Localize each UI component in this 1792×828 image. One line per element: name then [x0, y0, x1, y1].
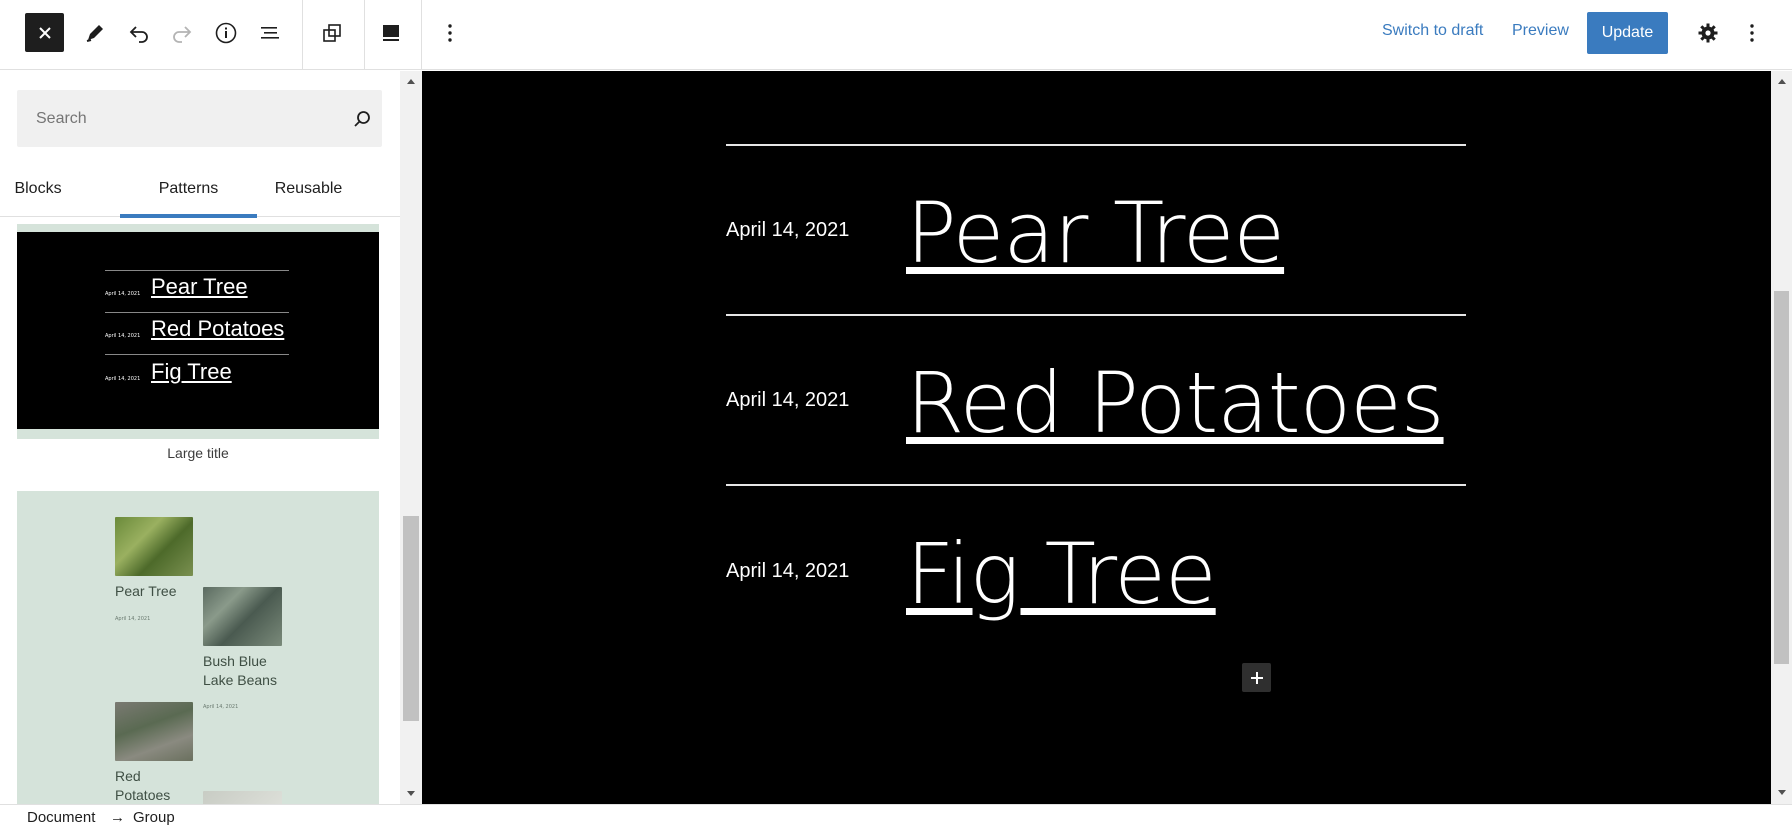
- tab-reusable[interactable]: Reusable: [260, 161, 357, 217]
- inserter-sidebar: Blocks Patterns Reusable April 14, 2021 …: [0, 71, 422, 804]
- scroll-up-icon[interactable]: [1778, 79, 1786, 84]
- scroll-down-icon[interactable]: [1778, 790, 1786, 795]
- post-title: Pear Tree: [151, 274, 248, 299]
- pattern-preview-canvas: April 14, 2021 Pear Tree April 14, 2021 …: [17, 232, 379, 429]
- undo-icon: [129, 26, 148, 43]
- search-icon[interactable]: [351, 108, 373, 130]
- separator: [726, 484, 1466, 486]
- options-menu-button[interactable]: [1732, 13, 1772, 53]
- post-date: April 14, 2021: [203, 704, 239, 710]
- update-button[interactable]: Update: [1587, 12, 1668, 54]
- canvas-scrollbar[interactable]: [1771, 71, 1792, 804]
- gear-icon: [1698, 23, 1718, 43]
- post-title: Bush Blue Lake Beans: [203, 653, 277, 688]
- add-block-button[interactable]: [1242, 663, 1271, 692]
- scrollbar-thumb[interactable]: [1774, 291, 1789, 664]
- block-options-button[interactable]: [430, 13, 470, 53]
- pattern-preview-large-title[interactable]: April 14, 2021 Pear Tree April 14, 2021 …: [17, 224, 379, 439]
- more-vertical-icon: [1750, 24, 1754, 42]
- undo-button[interactable]: [119, 13, 159, 53]
- toolbar-divider: [302, 0, 303, 70]
- post-title: Pear Tree: [115, 583, 177, 599]
- details-button[interactable]: [206, 13, 246, 53]
- scrollbar-thumb[interactable]: [403, 516, 419, 721]
- post-date: April 14, 2021: [115, 616, 151, 622]
- post-title: Red Potatoes: [151, 316, 285, 341]
- settings-button[interactable]: [1688, 13, 1728, 53]
- redo-button[interactable]: [162, 13, 202, 53]
- block-transform-button[interactable]: [312, 13, 352, 53]
- post-date: April 14, 2021: [726, 219, 850, 241]
- post-title: Fig Tree: [151, 359, 232, 384]
- post-date: April 14, 2021: [105, 291, 141, 297]
- post-date: April 14, 2021: [726, 389, 850, 411]
- search-box: [17, 90, 382, 147]
- edit-tool-button[interactable]: [75, 13, 115, 53]
- close-button[interactable]: [25, 13, 64, 52]
- red-potatoes-image: [115, 702, 193, 761]
- separator: [726, 314, 1466, 316]
- breadcrumb-document[interactable]: Document: [27, 809, 95, 826]
- edit-pencil-icon: [86, 25, 103, 42]
- post-image: [203, 791, 282, 804]
- scroll-down-icon[interactable]: [407, 791, 415, 796]
- post-date: April 14, 2021: [726, 560, 850, 582]
- pear-tree-image: [115, 517, 193, 576]
- post-title-link[interactable]: Pear Tree: [906, 183, 1285, 283]
- pattern-label: Large title: [167, 445, 229, 461]
- separator: [726, 144, 1466, 146]
- post-date: April 14, 2021: [105, 333, 141, 339]
- breadcrumb: Document → Group: [0, 804, 1792, 828]
- pattern-preview-grid[interactable]: Pear Tree April 14, 2021 Bush Blue Lake …: [17, 491, 379, 804]
- divider: [105, 312, 289, 313]
- preview-button[interactable]: Preview: [1512, 22, 1569, 40]
- post-title-link[interactable]: Fig Tree: [906, 524, 1217, 624]
- block-settings-icon: [323, 24, 341, 42]
- bush-beans-image: [203, 587, 282, 646]
- editor-canvas: April 14, 2021 Pear Tree April 14, 2021 …: [422, 71, 1771, 804]
- tab-patterns[interactable]: Patterns: [120, 161, 257, 218]
- plus-icon: [1250, 671, 1263, 684]
- search-input[interactable]: [36, 90, 336, 147]
- toolbar-divider: [421, 0, 422, 70]
- sidebar-scrollbar[interactable]: [400, 71, 422, 804]
- post-title-link[interactable]: Red Potatoes: [906, 353, 1445, 453]
- style-icon: [383, 25, 399, 41]
- style-button[interactable]: [371, 13, 411, 53]
- tab-blocks[interactable]: Blocks: [0, 161, 76, 217]
- list-view-button[interactable]: [250, 13, 290, 53]
- redo-icon: [173, 26, 192, 43]
- breadcrumb-group[interactable]: Group: [133, 809, 175, 826]
- more-vertical-icon: [448, 24, 452, 42]
- toolbar-divider: [364, 0, 365, 70]
- switch-to-draft-button[interactable]: Switch to draft: [1382, 22, 1483, 40]
- editor-header: Switch to draft Preview Update: [0, 0, 1792, 70]
- divider: [105, 354, 289, 355]
- info-icon: [215, 22, 237, 44]
- inserter-tabs: Blocks Patterns Reusable: [0, 161, 400, 218]
- close-icon: [38, 26, 51, 39]
- scroll-up-icon[interactable]: [407, 79, 415, 84]
- list-view-icon: [261, 27, 279, 39]
- divider: [105, 270, 289, 271]
- post-date: April 14, 2021: [105, 376, 141, 382]
- breadcrumb-separator: →: [110, 809, 125, 826]
- post-title: Red Potatoes: [115, 768, 171, 803]
